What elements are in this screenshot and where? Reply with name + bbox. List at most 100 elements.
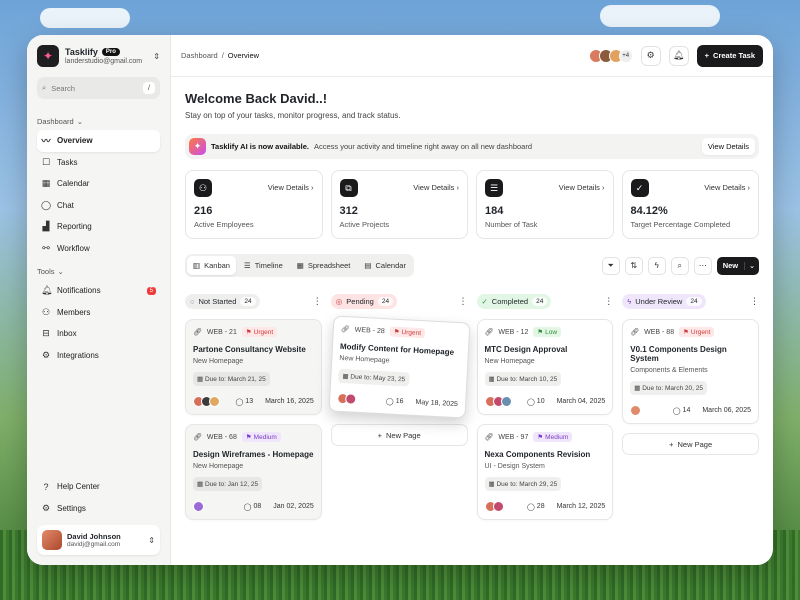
more-button[interactable]: ⋯ bbox=[693, 256, 712, 275]
flag-icon: ⚑ bbox=[245, 329, 252, 336]
tab-kanban[interactable]: ▥ Kanban bbox=[187, 256, 236, 275]
breadcrumb-dashboard[interactable]: Dashboard bbox=[181, 51, 218, 60]
comment-count[interactable]: ◯ 08 bbox=[244, 503, 262, 511]
column-menu-icon[interactable]: ⋮ bbox=[750, 296, 759, 307]
assignees[interactable] bbox=[630, 405, 642, 416]
task-subtitle: New Homepage bbox=[193, 358, 244, 365]
view-details-link[interactable]: View Details › bbox=[559, 183, 605, 192]
view-details-link[interactable]: View Details › bbox=[413, 183, 459, 192]
tools-section-toggle[interactable]: Tools ⌄ bbox=[37, 267, 160, 276]
task-card[interactable]: 🔗︎ WEB - 97 ⚑ Medium Nexa Components Revisi… bbox=[476, 424, 614, 520]
stat-value: 312 bbox=[339, 205, 358, 217]
sidebar-item-inbox[interactable]: ⊟ Inbox bbox=[37, 323, 160, 345]
sidebar-item-notifications[interactable]: 🔔︎ Notifications 5 bbox=[37, 280, 160, 302]
status-pill[interactable]: ◌ Not Started 24 bbox=[185, 294, 260, 309]
workspace-switcher[interactable]: ✦ Tasklify Pro landerstudio@gmail.com ⇕ bbox=[37, 45, 160, 67]
sidebar-item-chat[interactable]: ◯ Chat bbox=[37, 195, 160, 217]
assignees[interactable] bbox=[484, 501, 504, 512]
sidebar-item-reporting[interactable]: ▟ Reporting bbox=[37, 216, 160, 238]
users-icon: ⚇ bbox=[41, 306, 51, 317]
column-name: Under Review bbox=[635, 297, 683, 306]
flag-icon: ⚑ bbox=[245, 434, 252, 441]
avatar bbox=[42, 530, 62, 550]
integrations-icon: ⚙ bbox=[41, 349, 51, 360]
sidebar-item-workflow[interactable]: ⚯ Workflow bbox=[37, 238, 160, 260]
sidebar-item-label: Overview bbox=[57, 136, 93, 146]
sidebar-item-label: Tasks bbox=[57, 157, 78, 167]
assignees[interactable] bbox=[193, 396, 220, 407]
status-pill[interactable]: ◎ Pending 24 bbox=[330, 294, 398, 309]
status-pill[interactable]: ϟ Under Review 24 bbox=[622, 294, 706, 309]
comment-count[interactable]: ◯ 13 bbox=[235, 398, 253, 406]
priority-badge: ⚑ Low bbox=[533, 327, 562, 337]
banner-view-details-button[interactable]: View Details bbox=[701, 138, 755, 155]
priority-badge: ⚑ Urgent bbox=[679, 327, 715, 337]
status-pill[interactable]: ✓ Completed 24 bbox=[476, 294, 552, 309]
tab-calendar[interactable]: ▤ Calendar bbox=[358, 256, 412, 275]
sidebar-item-label: Notifications bbox=[57, 286, 101, 296]
settings-button[interactable]: ⚙ bbox=[640, 45, 661, 66]
more-members-count: +4 bbox=[618, 48, 633, 63]
automation-button[interactable]: ϟ bbox=[647, 256, 666, 275]
task-card[interactable]: 🔗︎ WEB - 12 ⚑ Low MTC Design Approval New H… bbox=[476, 319, 614, 415]
stats-row: ⚇ View Details › 216 Active Employees ⧉ … bbox=[185, 170, 759, 239]
column-menu-icon[interactable]: ⋮ bbox=[459, 296, 468, 307]
assignees[interactable] bbox=[193, 501, 204, 512]
new-page-label: New Page bbox=[677, 439, 713, 449]
chevron-up-down-icon: ⇕ bbox=[153, 51, 160, 61]
comment-count[interactable]: ◯ 14 bbox=[673, 407, 691, 415]
chevron-down-icon[interactable]: ⌄ bbox=[744, 261, 759, 270]
dashboard-section-toggle[interactable]: Dashboard ⌄ bbox=[37, 117, 160, 126]
sidebar-item-settings[interactable]: ⚙ Settings bbox=[37, 498, 160, 520]
sidebar-item-label: Workflow bbox=[57, 243, 90, 253]
assignees[interactable] bbox=[484, 396, 512, 407]
notifications-button[interactable]: 🔔︎ bbox=[668, 45, 689, 66]
search-shortcut: / bbox=[143, 82, 155, 94]
task-card[interactable]: 🔗︎ WEB - 88 ⚑ Urgent V0.1 Components Design… bbox=[622, 319, 759, 424]
check-circle-icon: ✓ bbox=[630, 179, 649, 197]
sidebar-item-overview[interactable]: 〰 Overview bbox=[37, 130, 160, 152]
breadcrumb-overview: Overview bbox=[227, 51, 260, 60]
comment-count[interactable]: ◯ 16 bbox=[385, 397, 403, 406]
tab-spreadsheet[interactable]: ▦ Spreadsheet bbox=[291, 256, 357, 275]
sort-button[interactable]: ⇅ bbox=[624, 256, 643, 275]
filter-button[interactable]: ⏷ bbox=[601, 256, 620, 275]
cloud bbox=[40, 8, 130, 28]
column-menu-icon[interactable]: ⋮ bbox=[313, 296, 322, 307]
search-button[interactable]: ⌕ bbox=[670, 256, 689, 275]
new-page-button[interactable]: + New Page bbox=[330, 424, 468, 446]
team-avatars[interactable]: +4 bbox=[588, 48, 633, 63]
stat-label: Number of Task bbox=[485, 220, 538, 229]
sidebar-item-integrations[interactable]: ⚙ Integrations bbox=[37, 345, 160, 367]
tab-timeline[interactable]: ☰ Timeline bbox=[238, 256, 289, 275]
view-details-link[interactable]: View Details › bbox=[268, 183, 314, 192]
plus-icon: + bbox=[704, 51, 710, 60]
projects-icon: ⧉ bbox=[339, 179, 358, 197]
user-account-switcher[interactable]: David Johnson davidj@gmail.com ⇕ bbox=[37, 525, 160, 555]
flag-icon: ⚑ bbox=[393, 328, 400, 336]
column-menu-icon[interactable]: ⋮ bbox=[604, 296, 613, 307]
assignees[interactable] bbox=[336, 392, 357, 405]
comment-count[interactable]: ◯ 28 bbox=[527, 503, 545, 511]
help-icon: ? bbox=[43, 481, 49, 492]
new-page-button[interactable]: + New Page bbox=[622, 433, 759, 455]
view-details-link[interactable]: View Details › bbox=[704, 183, 750, 192]
new-button[interactable]: New ⌄ bbox=[716, 256, 759, 275]
task-id: WEB - 28 bbox=[354, 326, 385, 335]
comment-count[interactable]: ◯ 10 bbox=[527, 398, 545, 406]
sidebar-item-tasks[interactable]: ☐ Tasks bbox=[37, 152, 160, 174]
task-card[interactable]: 🔗︎ WEB - 21 ⚑ Urgent Partone Consultancy We… bbox=[185, 319, 322, 415]
sidebar-item-members[interactable]: ⚇ Members bbox=[37, 302, 160, 324]
create-task-button[interactable]: + Create Task bbox=[696, 44, 763, 67]
sidebar-item-calendar[interactable]: ▦ Calendar bbox=[37, 173, 160, 195]
calendar-icon: ▦ bbox=[197, 481, 204, 488]
task-subtitle: New Homepage bbox=[193, 463, 244, 470]
task-card-dragging[interactable]: 🔗︎ WEB - 28 ⚑ Urgent Modify Content for Hom… bbox=[328, 315, 470, 419]
column-completed: ✓ Completed 24 ⋮ 🔗︎ WEB - 12 ⚑ Low MTC Design… bbox=[476, 292, 614, 529]
stat-label: Active Employees bbox=[194, 220, 254, 229]
search-input[interactable]: ⌕ Search / bbox=[37, 77, 160, 99]
column-count: 24 bbox=[532, 297, 548, 306]
main-panel: Dashboard / Overview +4 ⚙ 🔔︎ + Create Tas… bbox=[171, 35, 773, 565]
task-card[interactable]: 🔗︎ WEB - 68 ⚑ Medium Design Wireframes - Ho… bbox=[185, 424, 322, 520]
sidebar-item-help-center[interactable]: ? Help Center bbox=[37, 476, 160, 498]
